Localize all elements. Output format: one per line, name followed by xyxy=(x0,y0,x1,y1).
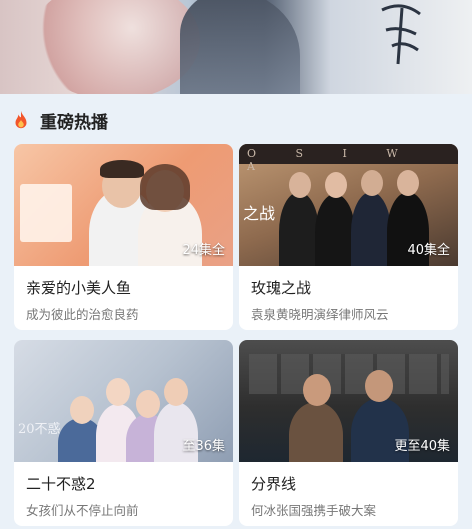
section-header: 重磅热播 xyxy=(10,106,108,134)
poster-figure xyxy=(315,194,355,266)
episode-count: 40集全 xyxy=(407,243,450,258)
episode-count: 至36集 xyxy=(182,439,225,454)
poster-figure xyxy=(351,192,391,266)
drama-poster: 24集全 xyxy=(14,144,233,266)
poster-face xyxy=(325,172,347,198)
drama-title: 二十不惑2 xyxy=(26,475,96,493)
drama-card-2[interactable]: O S I W A 之战 40集全 玫瑰之战 袁泉黄晓明演绎律师风云 xyxy=(239,144,458,330)
banner-figure-left xyxy=(30,0,200,94)
drama-poster: 20不惑 至36集 xyxy=(14,340,233,462)
flame-icon xyxy=(15,110,27,129)
poster-figure xyxy=(289,402,343,462)
poster-face xyxy=(397,170,419,196)
drama-card-1[interactable]: 24集全 亲爱的小美人鱼 成为彼此的治愈良药 xyxy=(14,144,233,330)
drama-subtitle: 何冰张国强携手破大案 xyxy=(251,503,377,518)
poster-title-text: 之战 xyxy=(243,204,276,223)
poster-text-block xyxy=(20,184,72,242)
poster-face xyxy=(136,390,160,418)
drama-poster: 更至40集 xyxy=(239,340,458,462)
drama-card-4[interactable]: 更至40集 分界线 何冰张国强携手破大案 xyxy=(239,340,458,526)
drama-card-3[interactable]: 20不惑 至36集 二十不惑2 女孩们从不停止向前 xyxy=(14,340,233,526)
drama-subtitle: 女孩们从不停止向前 xyxy=(26,503,139,518)
poster-face xyxy=(303,374,331,406)
poster-background-faces xyxy=(249,354,449,394)
drama-title: 玫瑰之战 xyxy=(251,279,312,297)
episode-count: 24集全 xyxy=(182,243,225,258)
poster-face xyxy=(361,170,383,196)
top-banner-image[interactable] xyxy=(0,0,472,94)
poster-face xyxy=(106,378,130,406)
poster-title-text: 20不惑 xyxy=(18,422,61,437)
poster-letters: O S I W A xyxy=(247,147,416,173)
poster-face xyxy=(70,396,94,424)
poster-face xyxy=(289,172,311,198)
drama-subtitle: 袁泉黄晓明演绎律师风云 xyxy=(251,307,389,322)
drama-poster: O S I W A 之战 40集全 xyxy=(239,144,458,266)
banner-figure-center xyxy=(180,0,300,94)
section-title: 重磅热播 xyxy=(40,112,108,133)
poster-face xyxy=(164,378,188,406)
calligraphy-strokes xyxy=(381,4,421,65)
poster-figure xyxy=(279,192,319,266)
episode-count: 更至40集 xyxy=(394,439,450,454)
poster-face xyxy=(365,370,393,402)
poster-hair xyxy=(140,164,190,210)
drama-title: 亲爱的小美人鱼 xyxy=(26,279,132,297)
banner-calligraphy xyxy=(362,0,442,70)
drama-title: 分界线 xyxy=(251,475,297,493)
drama-subtitle: 成为彼此的治愈良药 xyxy=(26,307,139,322)
poster-hair xyxy=(100,160,144,178)
